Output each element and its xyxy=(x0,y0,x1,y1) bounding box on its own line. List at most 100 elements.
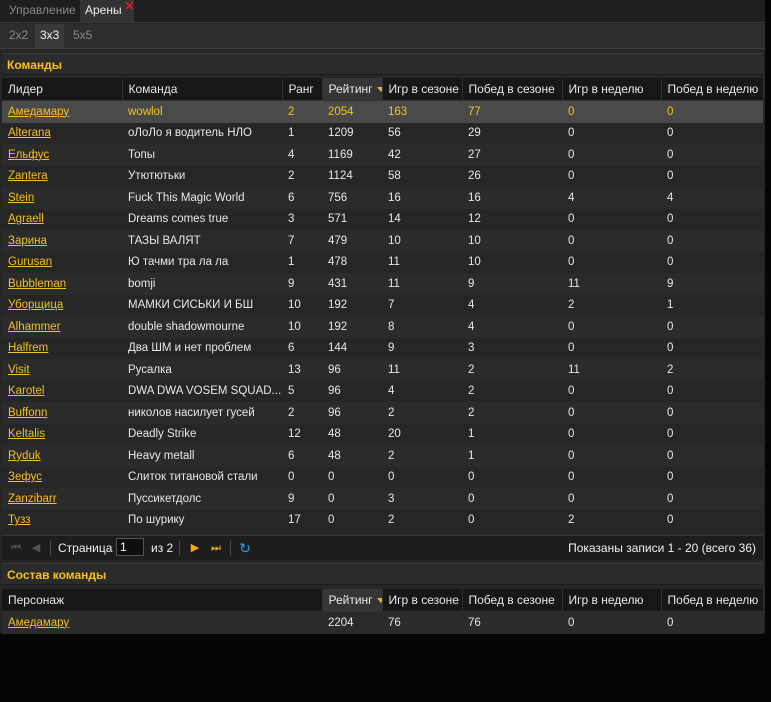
roster-column-header[interactable]: Персонаж xyxy=(2,589,323,612)
team-name-link[interactable]: Buffonn xyxy=(8,407,47,419)
team-row[interactable]: Ryduk Heavy metall 6 48 2 1 0 0 xyxy=(2,445,763,467)
team-name-link[interactable]: Тузз xyxy=(8,514,31,526)
team-column-header[interactable]: Команда xyxy=(122,78,283,101)
team-cell: 0 xyxy=(562,423,661,445)
team-row[interactable]: Visit Русалка 13 96 11 2 11 2 xyxy=(2,359,763,381)
team-cell: николов насилует гусей xyxy=(122,402,282,424)
team-cell: 10 xyxy=(462,230,562,252)
tab-arenas[interactable]: Арены ✕ xyxy=(80,0,135,22)
team-column-header[interactable]: Рейтинг xyxy=(322,78,383,101)
team-cell: 3 xyxy=(462,337,562,359)
roster-name-link[interactable]: Амедамару xyxy=(8,617,69,629)
team-name-link[interactable]: Visit xyxy=(8,364,30,376)
team-name-link[interactable]: Zantera xyxy=(8,170,48,182)
team-row[interactable]: Zantera Утютютьки 2 1124 58 26 0 0 xyxy=(2,165,763,187)
team-cell: 7 xyxy=(282,230,322,252)
team-row[interactable]: Zanzibarr Пуссикетдолс 9 0 3 0 0 0 xyxy=(2,488,763,510)
tab-management[interactable]: Управление xyxy=(4,0,81,22)
team-name-link[interactable]: Stein xyxy=(8,192,34,204)
team-cell: 2 xyxy=(562,294,661,316)
team-cell: Уборщица xyxy=(2,294,122,316)
roster-column-header[interactable]: Рейтинг xyxy=(322,589,383,612)
team-cell: Zantera xyxy=(2,165,122,187)
team-row[interactable]: Зарина ТАЗЫ ВАЛЯТ 7 479 10 10 0 0 xyxy=(2,230,763,252)
team-row[interactable]: Gurusan Ю тачми тра ла ла 1 478 11 10 0 0 xyxy=(2,251,763,273)
team-cell: По шурику xyxy=(122,509,282,531)
team-cell: Gurusan xyxy=(2,251,122,273)
team-cell: Zanzibarr xyxy=(2,488,122,510)
first-page-icon[interactable]: ⏮ xyxy=(8,540,24,556)
team-name-link[interactable]: Zanzibarr xyxy=(8,493,57,505)
team-name-link[interactable]: Alhammer xyxy=(8,321,60,333)
team-name-link[interactable]: Halfrem xyxy=(8,342,48,354)
team-column-header[interactable]: Игр в сезоне xyxy=(382,78,463,101)
team-name-link[interactable]: Keltalis xyxy=(8,428,45,440)
team-name-link[interactable]: Ельфус xyxy=(8,149,49,161)
roster-column-header[interactable]: Побед в неделю xyxy=(661,589,764,612)
team-name-link[interactable]: Зарина xyxy=(8,235,47,247)
team-cell: 48 xyxy=(322,445,382,467)
team-row[interactable]: Ельфус Топы 4 1169 42 27 0 0 xyxy=(2,144,763,166)
last-page-icon[interactable]: ⏭ xyxy=(208,540,224,556)
team-cell: 0 xyxy=(661,251,763,273)
team-name-link[interactable]: Bubbleman xyxy=(8,278,66,290)
team-name-link[interactable]: Уборщица xyxy=(8,299,63,311)
team-row[interactable]: Alterana оЛоЛо я водитель НЛО 1 1209 56 29 0 0 xyxy=(2,122,763,144)
roster-column-header[interactable]: Игр в сезоне xyxy=(382,589,463,612)
team-name-link[interactable]: Agraell xyxy=(8,213,44,225)
team-cell: 11 xyxy=(562,359,661,381)
team-column-header[interactable]: Игр в неделю xyxy=(562,78,662,101)
column-header-label: Игр в неделю xyxy=(568,82,644,96)
team-row[interactable]: Амедамару wowlol 2 2054 163 77 0 0 xyxy=(2,100,763,123)
team-cell: 13 xyxy=(282,359,322,381)
prev-page-icon[interactable]: ◀ xyxy=(28,540,44,556)
tab-3x3[interactable]: 3x3 xyxy=(35,24,65,48)
roster-column-header[interactable]: Игр в неделю xyxy=(562,589,662,612)
team-column-header[interactable]: Ранг xyxy=(282,78,323,101)
team-row[interactable]: Зефус Слиток титановой стали 0 0 0 0 0 0 xyxy=(2,466,763,488)
team-row[interactable]: Alhammer double shadowmourne 10 192 8 4 0 0 xyxy=(2,316,763,338)
close-icon[interactable]: ✕ xyxy=(125,0,135,12)
team-cell: 26 xyxy=(462,165,562,187)
page-number-input[interactable] xyxy=(116,538,144,556)
team-cell: 6 xyxy=(282,337,322,359)
tab-5x5[interactable]: 5x5 xyxy=(68,24,97,48)
team-row[interactable]: Buffonn николов насилует гусей 2 96 2 2 0 0 xyxy=(2,402,763,424)
next-page-icon[interactable]: ▶ xyxy=(187,540,203,556)
team-cell: 192 xyxy=(322,316,382,338)
team-cell: 0 xyxy=(661,144,763,166)
team-name-link[interactable]: Ryduk xyxy=(8,450,41,462)
team-row[interactable]: Тузз По шурику 17 0 2 0 2 0 xyxy=(2,509,763,531)
tab-2x2[interactable]: 2x2 xyxy=(4,24,33,48)
teams-panel-title: Команды xyxy=(2,53,763,75)
team-cell: 0 xyxy=(661,402,763,424)
team-cell: 479 xyxy=(322,230,382,252)
team-row[interactable]: Уборщица МАМКИ СИСЬКИ И БШ 10 192 7 4 2 1 xyxy=(2,294,763,316)
team-row[interactable]: Keltalis Deadly Strike 12 48 20 1 0 0 xyxy=(2,423,763,445)
team-name-link[interactable]: Зефус xyxy=(8,471,42,483)
team-name-link[interactable]: Karotel xyxy=(8,385,44,397)
team-column-header[interactable]: Побед в неделю xyxy=(661,78,764,101)
team-name-link[interactable]: Alterana xyxy=(8,127,51,139)
team-column-header[interactable]: Побед в сезоне xyxy=(462,78,563,101)
refresh-icon[interactable]: ↻ xyxy=(237,540,253,556)
team-cell: DWA DWA VOSEM SQUAD... xyxy=(122,380,282,402)
team-cell: 1 xyxy=(282,122,322,144)
team-column-header[interactable]: Лидер xyxy=(2,78,123,101)
team-name-link[interactable]: Амедамару xyxy=(8,106,69,118)
team-cell: 8 xyxy=(382,316,462,338)
team-name-link[interactable]: Gurusan xyxy=(8,256,52,268)
team-cell: Alhammer xyxy=(2,316,122,338)
team-row[interactable]: Karotel DWA DWA VOSEM SQUAD... 5 96 4 2 0 0 xyxy=(2,380,763,402)
team-cell: double shadowmourne xyxy=(122,316,282,338)
team-row[interactable]: Stein Fuck This Magic World 6 756 16 16 4 4 xyxy=(2,187,763,209)
team-cell: 2054 xyxy=(322,100,382,123)
roster-column-header[interactable]: Побед в сезоне xyxy=(462,589,563,612)
roster-row[interactable]: Амедамару 2204 76 76 0 0 xyxy=(2,611,763,634)
team-row[interactable]: Agraell Dreams comes true 3 571 14 12 0 0 xyxy=(2,208,763,230)
team-row[interactable]: Bubbleman bomji 9 431 11 9 11 9 xyxy=(2,273,763,295)
team-cell: 10 xyxy=(282,316,322,338)
team-row[interactable]: Halfrem Два ШМ и нет проблем 6 144 9 3 0 0 xyxy=(2,337,763,359)
team-cell: 0 xyxy=(661,337,763,359)
team-cell: 1169 xyxy=(322,144,382,166)
